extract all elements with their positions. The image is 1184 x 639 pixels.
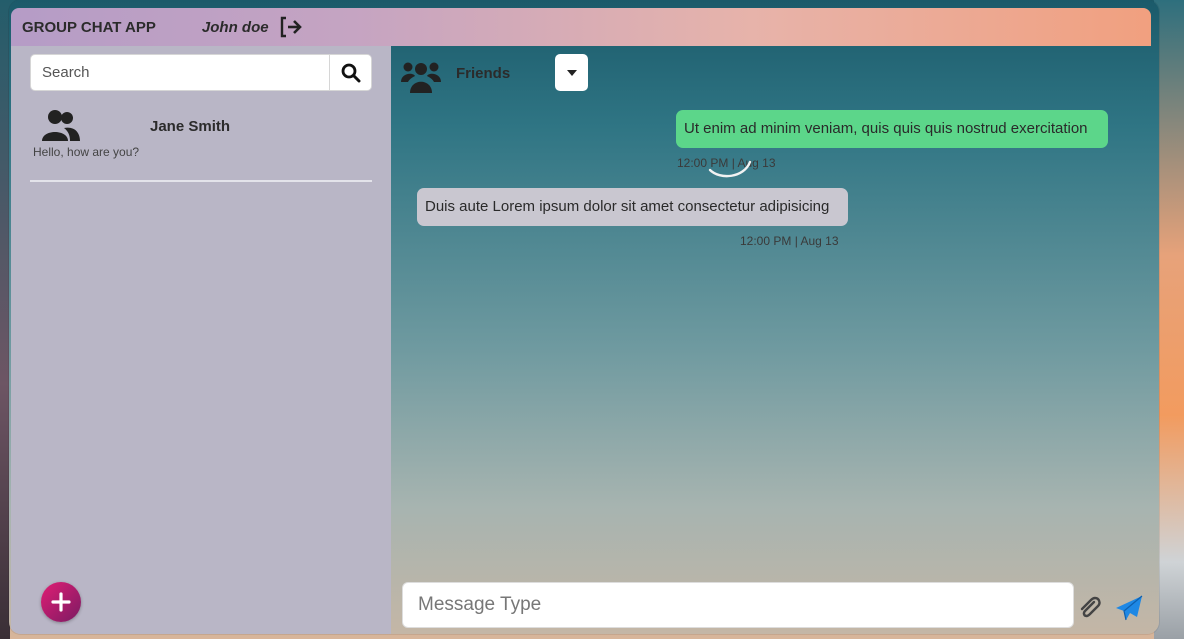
loading-spinner-icon — [708, 160, 752, 178]
message-incoming: Duis aute Lorem ipsum dolor sit amet con… — [417, 188, 848, 226]
message-input[interactable] — [403, 583, 1073, 627]
app-title: GROUP CHAT APP — [22, 18, 156, 36]
paperclip-icon[interactable] — [1078, 595, 1102, 621]
chat-header: Friends — [401, 54, 701, 94]
current-user-name: John doe — [201, 18, 269, 36]
users-icon — [40, 108, 80, 142]
contact-last-message: Hello, how are you? — [33, 145, 140, 159]
search-input[interactable] — [31, 55, 329, 90]
search-box — [30, 54, 372, 91]
top-bar: GROUP CHAT APP John doe — [11, 8, 1151, 46]
search-icon — [341, 63, 360, 82]
message-timestamp: 12:00 PM | Aug 13 — [740, 234, 839, 248]
search-button[interactable] — [329, 55, 371, 90]
chat-title: Friends — [456, 65, 511, 82]
chat-options-dropdown[interactable] — [555, 54, 588, 91]
message-composer — [402, 582, 1074, 628]
contact-item[interactable]: Jane Smith Hello, how are you? — [30, 108, 372, 182]
send-icon[interactable] — [1115, 595, 1143, 621]
chat-app-window: GROUP CHAT APP John doe Search Jane Smit… — [9, 0, 1159, 634]
contact-name: Jane Smith — [150, 118, 231, 135]
group-icon — [401, 60, 441, 94]
logout-icon[interactable] — [279, 16, 303, 38]
sidebar: Jane Smith Hello, how are you? — [11, 46, 391, 634]
caret-down-icon — [566, 69, 577, 76]
plus-icon — [51, 592, 71, 612]
add-chat-button[interactable] — [41, 582, 81, 622]
